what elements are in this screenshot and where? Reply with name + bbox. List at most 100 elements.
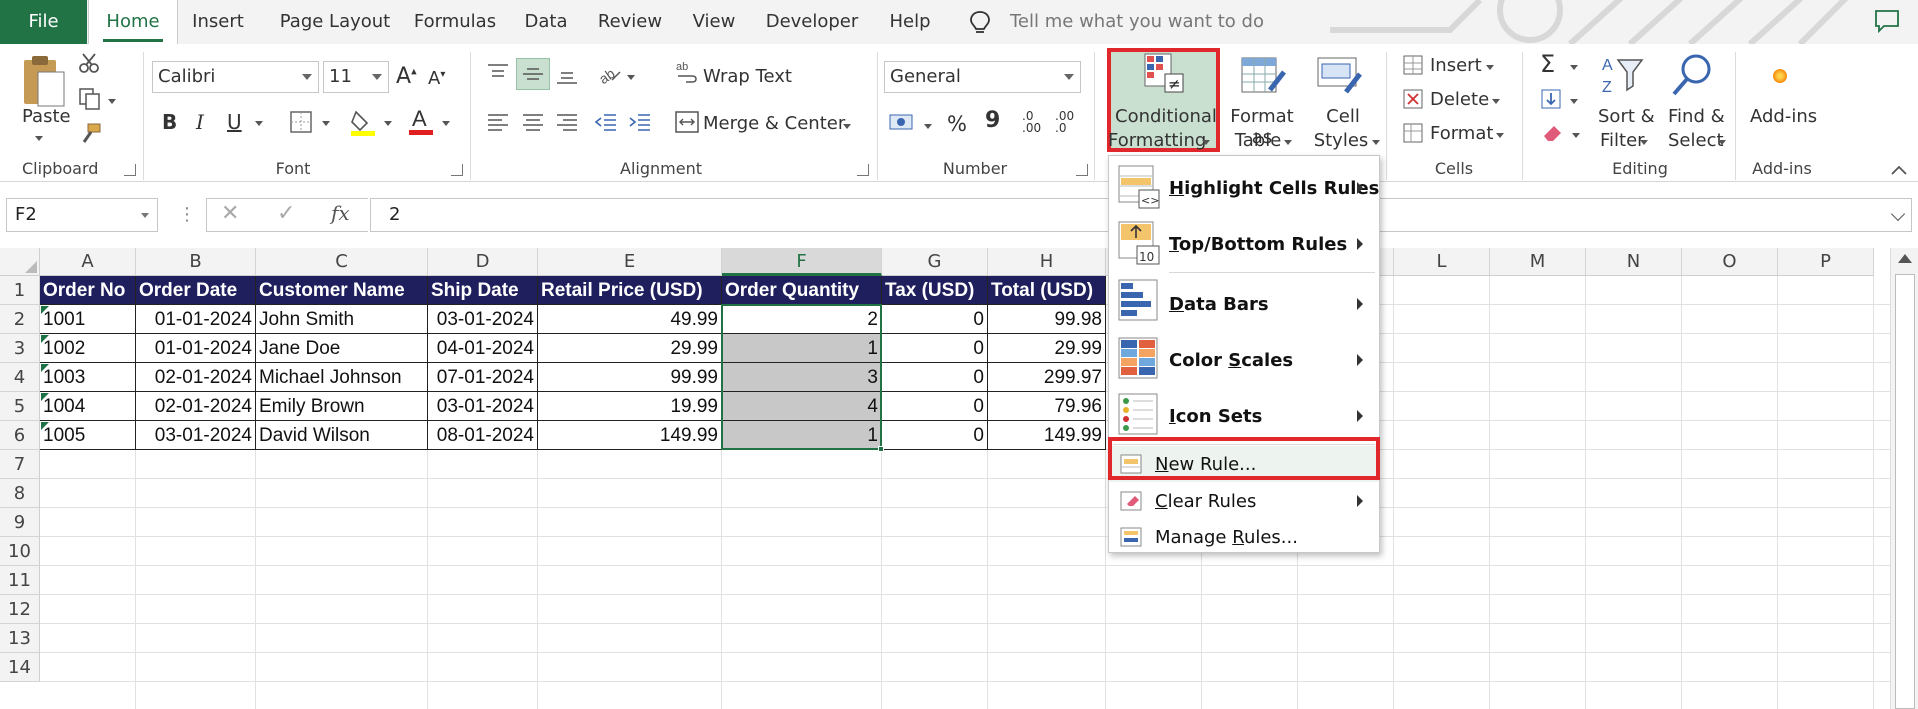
table-cell[interactable]: 149.99 xyxy=(538,421,722,450)
insert-cells-icon[interactable] xyxy=(1402,54,1424,76)
table-cell[interactable]: 03-01-2024 xyxy=(136,421,256,450)
table-cell[interactable]: Michael Johnson xyxy=(256,363,428,392)
underline-dropdown-icon[interactable] xyxy=(255,121,263,126)
column-header-b[interactable]: B xyxy=(136,248,256,276)
table-cell[interactable]: 1001 xyxy=(40,305,136,334)
merge-center-button[interactable]: Merge & Center xyxy=(703,113,845,134)
increase-indent-icon[interactable] xyxy=(628,112,652,134)
copy-dropdown-icon[interactable] xyxy=(108,99,116,104)
expand-formula-icon[interactable] xyxy=(1890,206,1906,222)
more-options-icon[interactable]: ⋮ xyxy=(178,204,196,225)
table-header-cell[interactable]: Retail Price (USD) xyxy=(538,276,722,305)
autosum-icon[interactable]: Σ xyxy=(1540,50,1555,78)
menu-item-data-bars[interactable]: Data Bars xyxy=(1109,274,1379,330)
comma-style-button[interactable]: 9 xyxy=(985,108,1000,133)
font-name-combo[interactable]: Calibri xyxy=(152,61,319,93)
orientation-dropdown-icon[interactable] xyxy=(627,75,635,80)
align-left-icon[interactable] xyxy=(486,112,510,134)
tab-page-layout[interactable]: Page Layout xyxy=(270,0,400,44)
insert-dropdown-icon[interactable] xyxy=(1486,65,1494,70)
paste-label[interactable]: Paste xyxy=(22,106,71,127)
increase-decimal-button[interactable]: .0 .00 xyxy=(1022,110,1041,134)
menu-item-color-scales[interactable]: Color Scales xyxy=(1109,332,1379,386)
decrease-decimal-button[interactable]: .00 .0 xyxy=(1055,110,1074,134)
column-header-e[interactable]: E xyxy=(538,248,722,276)
paste-icon[interactable] xyxy=(20,54,68,110)
tab-data[interactable]: Data xyxy=(518,0,574,44)
vertical-scrollbar[interactable] xyxy=(1890,248,1918,709)
number-launcher-icon[interactable] xyxy=(1076,164,1088,176)
collapse-ribbon-icon[interactable] xyxy=(1890,164,1908,176)
insert-cells-button[interactable]: Insert xyxy=(1430,55,1482,76)
column-header-f[interactable]: F xyxy=(722,248,882,276)
find-select-label-1[interactable]: Find & xyxy=(1668,106,1725,127)
error-indicator-icon[interactable] xyxy=(41,422,49,430)
row-header-10[interactable]: 10 xyxy=(0,537,40,566)
font-size-combo[interactable]: 11 xyxy=(323,61,389,93)
number-format-combo[interactable]: General xyxy=(884,61,1081,93)
table-cell[interactable]: 0 xyxy=(882,363,988,392)
paste-dropdown-icon[interactable] xyxy=(35,136,43,141)
enter-icon[interactable]: ✓ xyxy=(277,201,295,226)
table-cell[interactable]: 299.97 xyxy=(988,363,1106,392)
table-cell[interactable]: Emily Brown xyxy=(256,392,428,421)
column-header-l[interactable]: L xyxy=(1394,248,1490,276)
table-cell[interactable]: 02-01-2024 xyxy=(136,392,256,421)
fill-handle[interactable] xyxy=(878,446,884,452)
accounting-dropdown-icon[interactable] xyxy=(924,124,932,129)
table-cell[interactable]: 49.99 xyxy=(538,305,722,334)
tab-insert[interactable]: Insert xyxy=(186,0,250,44)
table-cell[interactable]: 1 xyxy=(722,421,882,450)
alignment-launcher-icon[interactable] xyxy=(857,164,869,176)
table-cell[interactable]: 0 xyxy=(882,421,988,450)
column-header-o[interactable]: O xyxy=(1682,248,1778,276)
cell-styles-label-1[interactable]: Cell xyxy=(1322,106,1364,127)
delete-cells-icon[interactable] xyxy=(1402,88,1424,110)
menu-item-icon-sets[interactable]: Icon Sets xyxy=(1109,388,1379,442)
copy-icon[interactable] xyxy=(78,87,102,111)
find-select-label-2[interactable]: Select xyxy=(1668,130,1724,151)
cancel-icon[interactable]: ✕ xyxy=(221,201,239,226)
wrap-text-icon[interactable]: ab xyxy=(676,60,698,86)
table-header-cell[interactable]: Order Date xyxy=(136,276,256,305)
align-right-icon[interactable] xyxy=(555,112,579,134)
format-as-table-icon[interactable] xyxy=(1240,54,1288,98)
column-header-d[interactable]: D xyxy=(428,248,538,276)
tab-developer[interactable]: Developer xyxy=(762,0,862,44)
borders-dropdown-icon[interactable] xyxy=(322,121,330,126)
table-cell[interactable]: 0 xyxy=(882,305,988,334)
format-dropdown-icon[interactable] xyxy=(1496,133,1504,138)
menu-item-clear-rules[interactable]: Clear Rules xyxy=(1109,484,1379,518)
row-header-1[interactable]: 1 xyxy=(0,276,40,305)
table-cell[interactable]: 01-01-2024 xyxy=(136,334,256,363)
align-top-icon[interactable] xyxy=(486,62,510,86)
column-header-g[interactable]: G xyxy=(882,248,988,276)
sort-filter-dropdown-icon[interactable] xyxy=(1640,140,1648,145)
tab-formulas[interactable]: Formulas xyxy=(410,0,500,44)
menu-item-manage-rules[interactable]: Manage Rules... xyxy=(1109,520,1379,554)
column-header-h[interactable]: H xyxy=(988,248,1106,276)
table-cell[interactable]: 99.98 xyxy=(988,305,1106,334)
table-cell[interactable]: 3 xyxy=(722,363,882,392)
column-header-m[interactable]: M xyxy=(1490,248,1586,276)
delete-dropdown-icon[interactable] xyxy=(1492,99,1500,104)
font-color-icon[interactable]: A xyxy=(408,106,434,136)
tab-view[interactable]: View xyxy=(686,0,742,44)
table-cell[interactable]: 29.99 xyxy=(538,334,722,363)
format-as-table-dropdown-icon[interactable] xyxy=(1284,140,1292,145)
wrap-text-button[interactable]: Wrap Text xyxy=(703,66,792,87)
row-header-8[interactable]: 8 xyxy=(0,479,40,508)
row-header-14[interactable]: 14 xyxy=(0,653,40,682)
row-header-7[interactable]: 7 xyxy=(0,450,40,479)
font-color-dropdown-icon[interactable] xyxy=(442,121,450,126)
table-header-cell[interactable]: Ship Date xyxy=(428,276,538,305)
percent-style-button[interactable]: % xyxy=(947,112,967,136)
table-cell[interactable]: 149.99 xyxy=(988,421,1106,450)
fill-down-icon[interactable] xyxy=(1540,88,1562,110)
cell-styles-icon[interactable] xyxy=(1316,54,1364,98)
table-cell[interactable]: 99.99 xyxy=(538,363,722,392)
sort-filter-icon[interactable]: A Z xyxy=(1600,54,1646,98)
italic-button[interactable]: I xyxy=(196,110,204,134)
add-ins-button[interactable]: Add-ins xyxy=(1750,106,1817,127)
table-cell[interactable]: 07-01-2024 xyxy=(428,363,538,392)
